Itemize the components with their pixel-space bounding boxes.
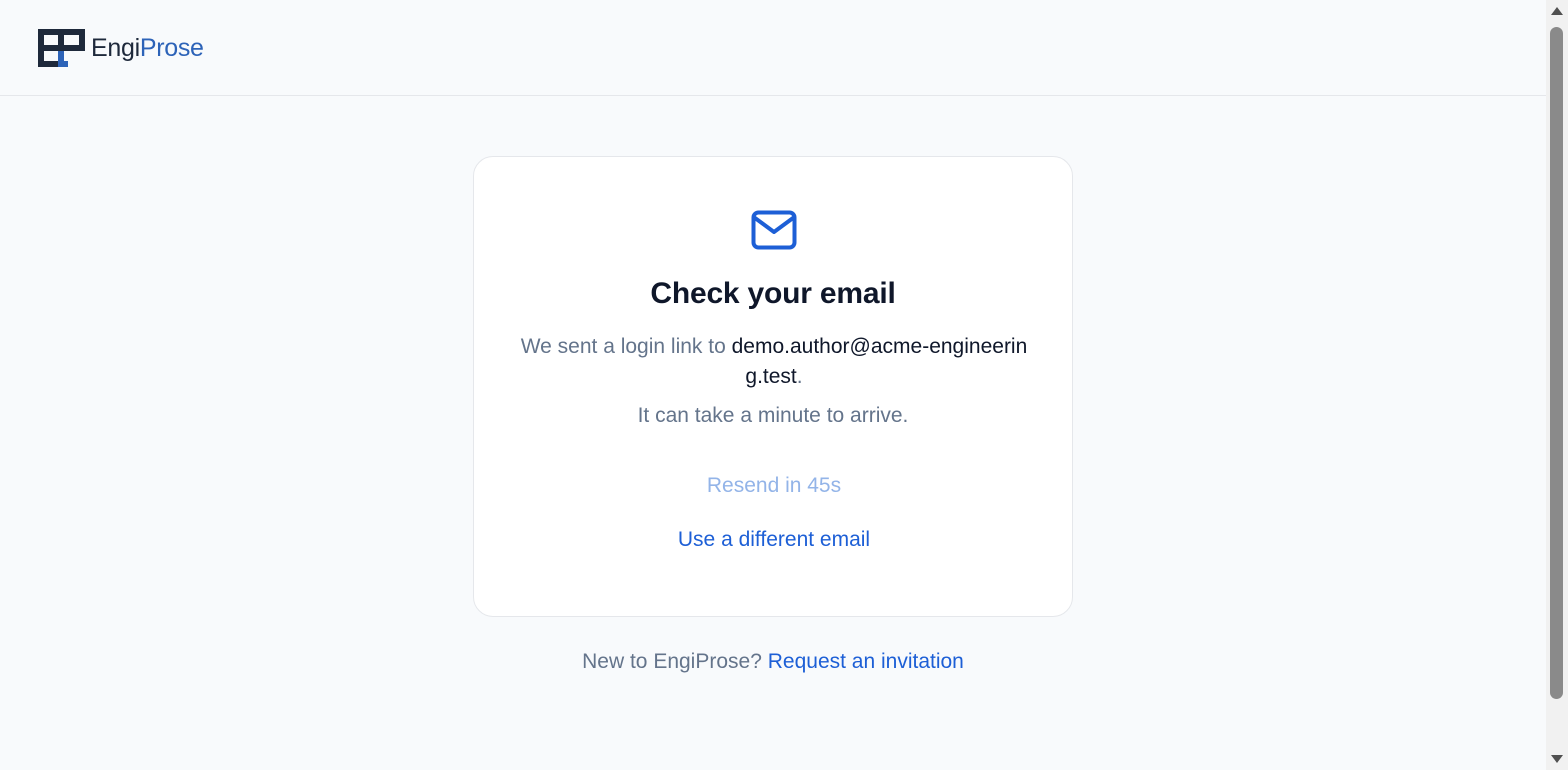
vertical-scrollbar[interactable] (1546, 0, 1568, 770)
scrollbar-thumb[interactable] (1550, 27, 1563, 699)
check-email-card: Check your email We sent a login link to… (473, 156, 1073, 617)
brand-logo[interactable]: EngiProse (38, 29, 204, 67)
brand-name: EngiProse (91, 29, 204, 67)
page: EngiProse Check your email We sent a log… (0, 0, 1568, 770)
sent-prefix: We sent a login link to (520, 335, 732, 358)
signup-prompt: New to EngiProse? Request an invitation (473, 647, 1073, 677)
brand-name-part1: Engi (91, 34, 140, 62)
brand-name-part2: Prose (139, 34, 204, 62)
scroll-up-arrow-icon[interactable] (1550, 4, 1564, 18)
scroll-down-arrow-icon[interactable] (1550, 752, 1564, 766)
use-different-email-button[interactable]: Use a different email (624, 525, 924, 555)
arrive-note: It can take a minute to arrive. (637, 404, 909, 427)
mail-icon (751, 210, 797, 250)
engiprose-logo-icon (38, 29, 85, 67)
resend-button[interactable]: Resend in 45s (674, 471, 874, 501)
request-invitation-link[interactable]: Request an invitation (768, 650, 964, 673)
page-title: Check your email (650, 277, 896, 310)
top-header: EngiProse (0, 0, 1546, 96)
sent-suffix: . (796, 365, 803, 388)
email-address: demo.author@acme-engineering.test (731, 335, 1028, 388)
signup-prompt-text: New to EngiProse? (582, 650, 768, 673)
sent-message: We sent a login link to demo.author@acme… (514, 332, 1034, 392)
